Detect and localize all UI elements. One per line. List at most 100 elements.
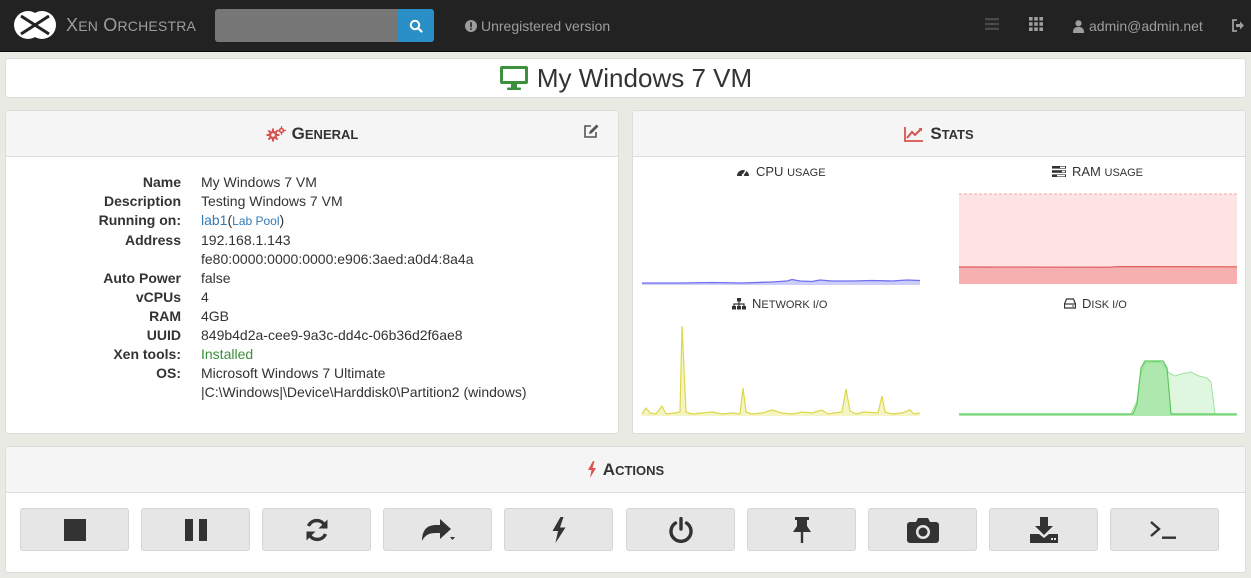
actions-panel: ACTIONS bbox=[5, 446, 1246, 573]
prop-row-ram: RAM 4GB bbox=[6, 307, 618, 326]
notice-text: Unregistered version bbox=[481, 18, 611, 34]
chart-label-first: CPU bbox=[756, 164, 788, 179]
dashboard-icon bbox=[737, 170, 749, 177]
title-letter: A bbox=[602, 459, 616, 479]
brand-name[interactable]: XEN ORCHESTRA bbox=[66, 15, 196, 36]
stats-heading: STATS bbox=[633, 111, 1245, 157]
pin-icon bbox=[792, 516, 811, 543]
ram-used-line bbox=[959, 265, 1237, 268]
grid-icon[interactable] bbox=[1029, 17, 1043, 31]
ipv6-address: fe80:0000:0000:0000:e906:3aed:a0d4:8a4a bbox=[201, 251, 474, 267]
prop-row-xen-tools: Xen tools: Installed bbox=[6, 345, 618, 364]
prop-key: Name bbox=[142, 174, 181, 190]
prop-row-address: Address 192.168.1.143 fe80:0000:0000:000… bbox=[6, 231, 618, 269]
user-icon bbox=[1073, 19, 1084, 33]
title-rest: CTIONS bbox=[615, 462, 665, 478]
stats-title: STATS bbox=[930, 124, 973, 144]
prop-key: Description bbox=[103, 193, 181, 209]
os-path: |C:\Windows|\Device\Harddisk0\Partition2… bbox=[201, 384, 527, 400]
stop-button[interactable] bbox=[20, 508, 129, 551]
user-menu[interactable]: admin@admin.net bbox=[1073, 18, 1203, 34]
xo-logo-icon[interactable] bbox=[13, 10, 57, 40]
title-letter: S bbox=[930, 123, 942, 143]
pin-button[interactable] bbox=[747, 508, 856, 551]
ram-used-area bbox=[959, 267, 1237, 284]
prop-key: Auto Power bbox=[103, 270, 181, 286]
search-icon bbox=[409, 19, 423, 33]
chart-label-first: D bbox=[1082, 296, 1092, 311]
ram-usage-chart bbox=[959, 193, 1237, 284]
title-rest: TATS bbox=[941, 126, 974, 142]
chart-label-rest: ISK I/O bbox=[1091, 299, 1127, 311]
top-navbar: XEN ORCHESTRA Unregistered version admin bbox=[0, 0, 1251, 52]
tasks-icon bbox=[1052, 166, 1066, 177]
search-button[interactable] bbox=[397, 9, 434, 42]
vm-title-panel: My Windows 7 VM bbox=[5, 58, 1246, 98]
snapshot-button[interactable] bbox=[868, 508, 977, 551]
power-icon bbox=[668, 516, 693, 543]
prop-value: Microsoft Windows 7 Ultimate |C:\Windows… bbox=[201, 364, 527, 402]
prop-value: lab1(Lab Pool) bbox=[201, 211, 284, 231]
brand-part: RCHESTRA bbox=[117, 18, 197, 34]
chart-label-rest: USAGE bbox=[1104, 167, 1144, 179]
cpu-chart-label: CPU USAGE bbox=[736, 164, 826, 179]
chart-label-first: RAM bbox=[1072, 164, 1105, 179]
host-link[interactable]: lab1 bbox=[201, 212, 227, 228]
prop-key: OS: bbox=[156, 365, 181, 381]
title-letter: G bbox=[291, 123, 305, 143]
os-name: Microsoft Windows 7 Ultimate bbox=[201, 365, 386, 381]
actions-heading: ACTIONS bbox=[6, 447, 1245, 493]
force-shutdown-button[interactable] bbox=[504, 508, 613, 551]
prop-row-auto-power: Auto Power false bbox=[6, 269, 618, 288]
general-heading: GENERAL bbox=[6, 111, 618, 157]
list-icon[interactable] bbox=[985, 17, 999, 31]
prop-key: Xen tools: bbox=[113, 346, 181, 362]
cpu-usage-chart bbox=[642, 278, 920, 285]
prop-value: 192.168.1.143 fe80:0000:0000:0000:e906:3… bbox=[201, 231, 474, 269]
prop-value: Testing Windows 7 VM bbox=[201, 193, 343, 209]
prop-value: 4GB bbox=[201, 308, 230, 324]
chart-label-rest: ETWORK I/O bbox=[761, 299, 828, 311]
edit-icon[interactable] bbox=[583, 124, 600, 139]
pause-icon bbox=[184, 518, 207, 541]
cogs-icon bbox=[266, 125, 286, 141]
ipv4-address: 192.168.1.143 bbox=[201, 232, 291, 248]
migrate-button[interactable] bbox=[383, 508, 492, 551]
prop-key: UUID bbox=[146, 327, 181, 343]
export-button[interactable] bbox=[989, 508, 1098, 551]
restart-button[interactable] bbox=[262, 508, 371, 551]
prop-row-vcpus: vCPUs 4 bbox=[6, 288, 618, 307]
hdd-icon bbox=[1064, 298, 1076, 309]
actions-title: ACTIONS bbox=[603, 460, 664, 480]
search-input[interactable] bbox=[215, 9, 397, 42]
network-io-chart bbox=[642, 325, 920, 416]
camera-icon bbox=[906, 517, 939, 543]
bolt-heading-icon bbox=[587, 461, 596, 478]
unregistered-notice[interactable]: Unregistered version bbox=[465, 18, 610, 34]
console-icon bbox=[1149, 520, 1176, 539]
prop-row-uuid: UUID 849b4d2a-cee9-9a3c-dd4c-06b36d2f6ae… bbox=[6, 326, 618, 345]
prop-key: vCPUs bbox=[135, 289, 181, 305]
prop-key: RAM bbox=[149, 308, 181, 324]
prop-row-description: Description Testing Windows 7 VM bbox=[6, 192, 618, 211]
title-rest: ENERAL bbox=[304, 126, 359, 142]
prop-value: 4 bbox=[201, 289, 209, 305]
prop-row-name: Name My Windows 7 VM bbox=[6, 173, 618, 192]
pool-link[interactable]: Lab Pool bbox=[232, 214, 279, 228]
prop-row-os: OS: Microsoft Windows 7 Ultimate |C:\Win… bbox=[6, 364, 618, 402]
power-button[interactable] bbox=[626, 508, 735, 551]
brand-letter: O bbox=[103, 15, 118, 35]
properties-list: Name My Windows 7 VM Description Testing… bbox=[6, 173, 618, 402]
pause-button[interactable] bbox=[141, 508, 250, 551]
stats-panel: STATS CPU USAGE RAM USAGE NETWORK I/O DI… bbox=[632, 110, 1246, 434]
prop-value: 849b4d2a-cee9-9a3c-dd4c-06b36d2f6ae8 bbox=[201, 327, 463, 343]
sign-out-icon[interactable] bbox=[1231, 19, 1245, 32]
desktop-icon bbox=[499, 66, 528, 90]
prop-key: Running on: bbox=[98, 212, 181, 228]
console-button[interactable] bbox=[1110, 508, 1219, 551]
download-icon bbox=[1029, 516, 1058, 543]
sitemap-icon bbox=[732, 297, 746, 309]
prop-value: My Windows 7 VM bbox=[201, 174, 317, 190]
prop-value: Installed bbox=[201, 346, 254, 362]
brand-letter: X bbox=[66, 15, 79, 35]
